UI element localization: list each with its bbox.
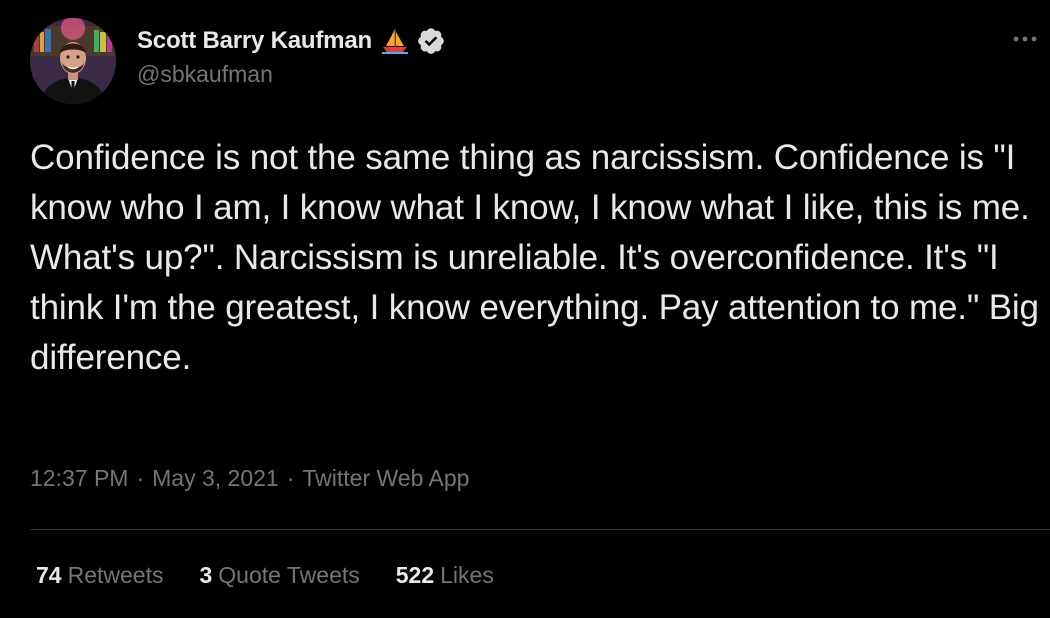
tweet-text: Confidence is not the same thing as narc… (30, 138, 1039, 377)
more-options-button[interactable] (1008, 22, 1042, 56)
quote-tweets-label: Quote Tweets (218, 562, 360, 588)
meta-separator: · (136, 465, 145, 491)
display-name[interactable]: Scott Barry Kaufman (137, 27, 372, 55)
retweets-label: Retweets (67, 562, 164, 588)
likes-count: 522 (395, 562, 435, 588)
avatar[interactable] (30, 18, 116, 104)
retweets-count: 74 (36, 562, 62, 588)
verified-badge-icon (416, 26, 446, 56)
quote-tweets-stat[interactable]: 3 Quote Tweets (199, 562, 359, 589)
retweets-stat[interactable]: 74 Retweets (36, 562, 163, 589)
quote-tweets-count: 3 (199, 562, 213, 588)
tweet-meta: 12:37 PM · May 3, 2021 · Twitter Web App (30, 465, 469, 492)
meta-separator: · (286, 465, 295, 491)
divider (30, 529, 1050, 530)
tweet-detail: Scott Barry Kaufman @sbkaufman Confidenc… (0, 0, 1050, 618)
sailboat-icon (380, 26, 410, 56)
tweet-source[interactable]: Twitter Web App (302, 465, 469, 492)
tweet-time[interactable]: 12:37 PM (30, 465, 128, 492)
author-block: Scott Barry Kaufman @sbkaufman (137, 24, 446, 88)
handle[interactable]: @sbkaufman (137, 61, 446, 88)
likes-label: Likes (440, 562, 494, 588)
likes-stat[interactable]: 522 Likes (396, 562, 494, 589)
engagement-stats: 74 Retweets 3 Quote Tweets 522 Likes (36, 562, 530, 589)
name-row: Scott Barry Kaufman (137, 24, 446, 58)
tweet-date[interactable]: May 3, 2021 (152, 465, 279, 492)
more-dots-icon (1012, 30, 1038, 48)
